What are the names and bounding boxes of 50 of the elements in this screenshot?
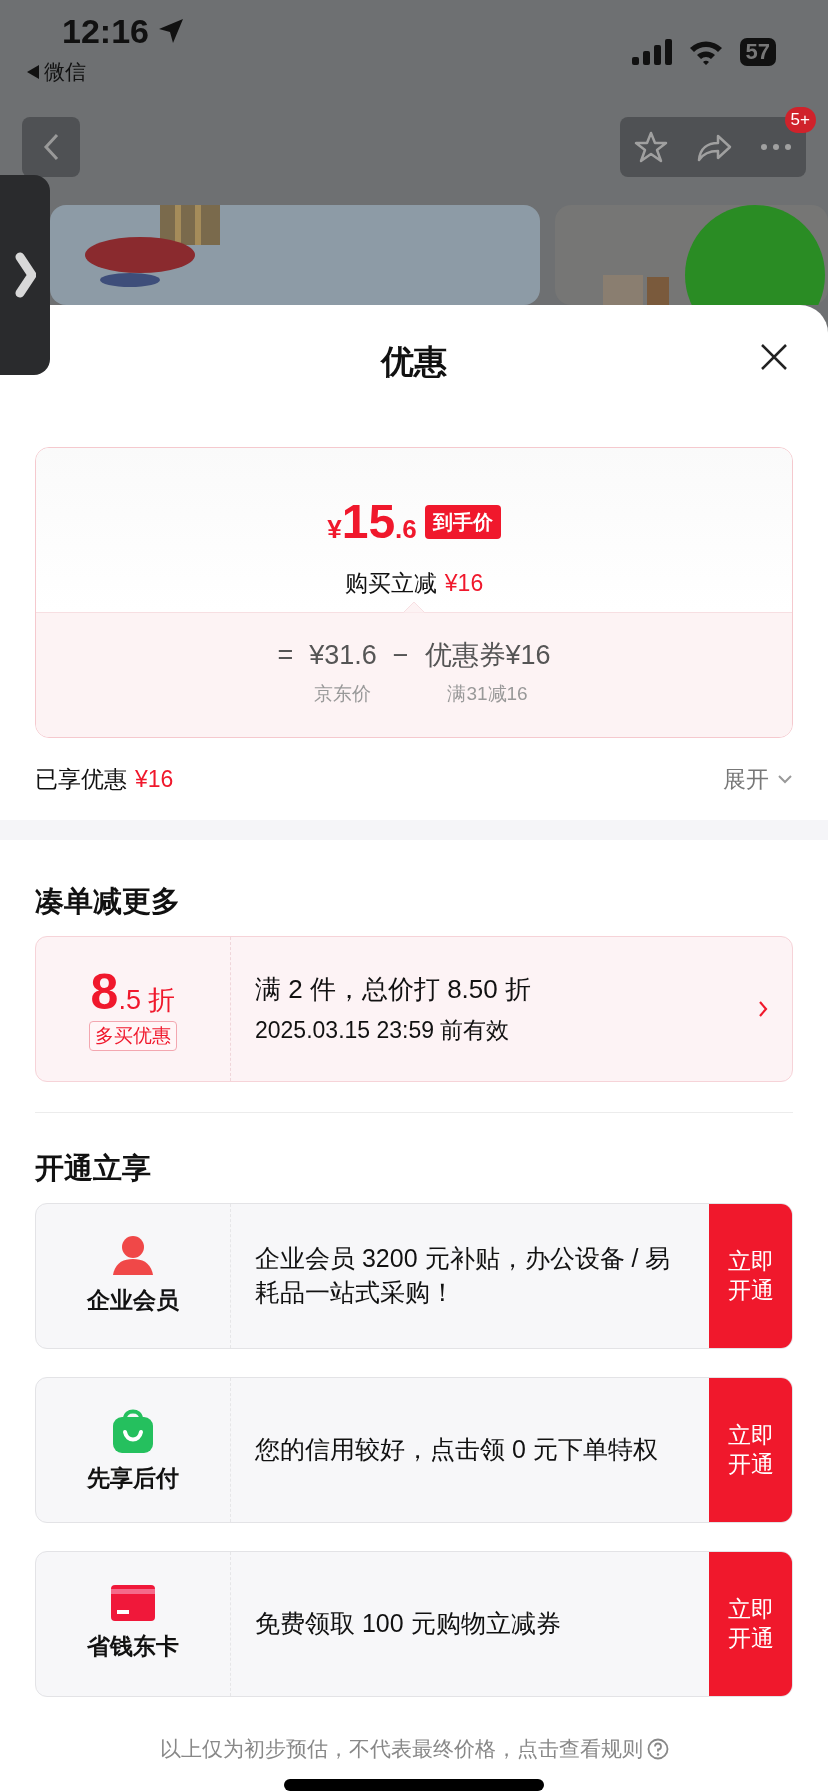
back-app-link[interactable]: 微信 [44, 56, 86, 88]
activate-button[interactable]: 立即开通 [709, 1204, 792, 1348]
expand-link[interactable]: 展开 [723, 761, 769, 797]
coupon-condition: 满31减16 [447, 681, 528, 706]
final-price: ¥15.6 [327, 494, 417, 550]
bundle-offer-card[interactable]: 8.5 折 多买优惠 满 2 件，总价打 8.50 折 2025.03.15 23:59 前有效 [35, 936, 793, 1082]
side-drawer-tab[interactable] [0, 175, 50, 375]
final-price-tag: 到手价 [424, 505, 501, 539]
offer-name: 企业会员 [87, 1285, 179, 1315]
back-button[interactable] [22, 117, 80, 177]
chevron-right-icon [14, 252, 36, 298]
base-price-label: 京东价 [314, 681, 372, 706]
section-heading: 开通立享 [35, 1151, 152, 1186]
notification-count: 5+ [784, 107, 816, 133]
offer-name: 省钱东卡 [87, 1631, 179, 1661]
coupon-amount: 优惠券¥16 [424, 639, 551, 672]
offer-validity: 2025.03.15 23:59 前有效 [255, 1016, 511, 1046]
reduce-amount: ¥16 [444, 569, 484, 598]
offer-description: 您的信用较好，点击领 0 元下单特权 [255, 1434, 658, 1466]
disclaimer-text[interactable]: 以上仅为初步预估，不代表最终价格，点击查看规则 [159, 1733, 643, 1765]
star-icon[interactable] [634, 130, 668, 164]
base-price: ¥31.6 [309, 639, 377, 672]
discount-value: 8.5 折 [90, 967, 176, 1021]
back-triangle-icon[interactable] [26, 63, 40, 80]
offer-description: 免费领取 100 元购物立减券 [255, 1608, 561, 1640]
chevron-down-icon[interactable] [777, 774, 793, 784]
offer-name: 先享后付 [87, 1463, 179, 1493]
chevron-right-icon [758, 1000, 768, 1018]
equals-sign: = [277, 639, 294, 672]
close-icon[interactable] [760, 343, 788, 371]
share-icon[interactable] [696, 132, 732, 162]
reduce-label: 购买立减 [344, 569, 437, 598]
question-icon[interactable] [646, 1737, 669, 1760]
enjoyed-amount: ¥16 [135, 765, 174, 792]
person-icon [111, 1234, 155, 1275]
minus-sign: − [392, 639, 409, 672]
activate-button[interactable]: 立即开通 [709, 1378, 792, 1522]
enjoyed-label: 已享优惠 [35, 765, 127, 792]
offer-description: 企业会员 3200 元补贴，办公设备 / 易耗品一站式采购！ [255, 1243, 672, 1308]
sheet-title: 优惠 [381, 342, 447, 382]
offer-rule: 满 2 件，总价打 8.50 折 [255, 973, 532, 1007]
section-heading: 凑单减更多 [35, 884, 181, 919]
status-time: 12:16 [62, 14, 149, 48]
card-icon [111, 1584, 155, 1621]
activate-button[interactable]: 立即开通 [709, 1552, 792, 1696]
battery-indicator: 57 [739, 38, 776, 66]
signal-icon [631, 39, 672, 65]
chevron-left-icon [42, 133, 60, 161]
offer-tag: 多买优惠 [89, 1020, 177, 1051]
more-icon[interactable] [760, 143, 792, 151]
